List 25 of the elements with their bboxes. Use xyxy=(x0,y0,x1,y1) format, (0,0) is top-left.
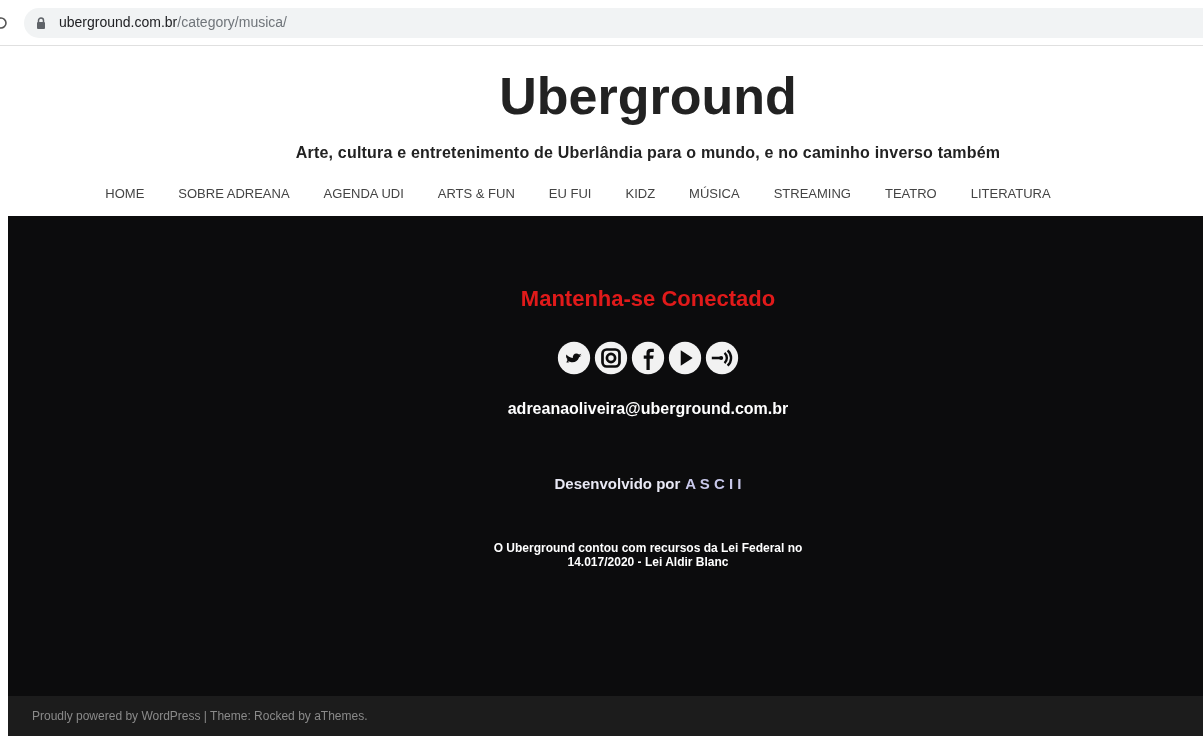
developer-credit: Desenvolvido por xyxy=(554,473,681,494)
nav-link[interactable]: AGENDA UDI xyxy=(306,184,421,204)
site-title[interactable]: Uberground xyxy=(499,64,797,128)
nav-link[interactable]: SOBRE ADREANA xyxy=(161,184,307,204)
lock-icon xyxy=(36,16,46,29)
nav-link[interactable]: ARTS & FUN xyxy=(420,184,532,204)
nav-link[interactable]: HOME xyxy=(88,184,162,204)
play-icon[interactable] xyxy=(668,340,702,375)
nav-link[interactable]: EU FUI xyxy=(531,184,609,204)
footer-credits: Proudly powered by WordPress | Theme: Rocked by aThemes. xyxy=(32,707,368,725)
nav-link[interactable]: TEATRO xyxy=(867,184,954,204)
podcast-icon[interactable] xyxy=(705,340,739,375)
camera-icon[interactable] xyxy=(594,340,628,375)
nav-link[interactable]: KIDZ xyxy=(608,184,673,204)
widget-heading: Mantenha-se Conectado xyxy=(520,284,776,313)
facebook-icon[interactable] xyxy=(631,340,665,375)
bird-icon[interactable] xyxy=(557,340,591,375)
nav-link[interactable]: LITERATURA xyxy=(953,184,1068,204)
nav-link[interactable]: MÚSICA xyxy=(672,184,757,204)
email-text: adreanaoliveira@uberground.com.br xyxy=(507,398,789,419)
developer-link[interactable]: A S C I I xyxy=(685,472,742,495)
funding-notice: O Uberground contou com recursos da Lei Federal no 14.017/2020 - Lei Aldir Blanc xyxy=(493,541,803,569)
nav-link[interactable]: STREAMING xyxy=(756,184,868,204)
site-tagline: Arte, cultura e entretenimento de Uberlândia para o mundo, e no caminho inverso também xyxy=(295,143,1001,163)
address-field[interactable]: uberground.com.br/category/musica/ xyxy=(24,7,1203,38)
